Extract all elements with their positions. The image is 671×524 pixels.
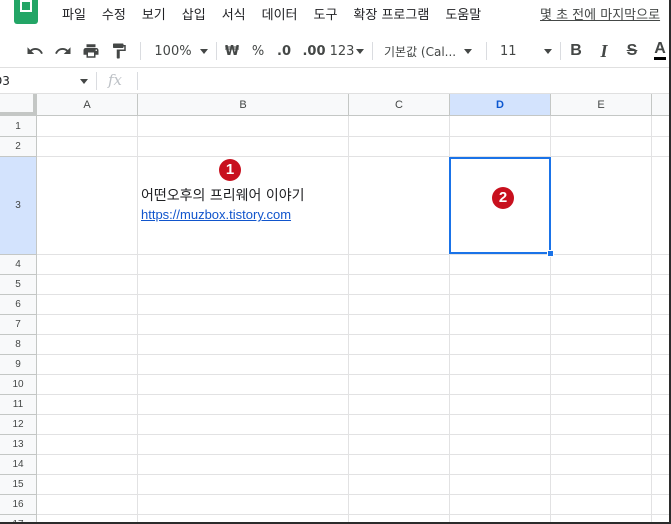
menu-tools[interactable]: 도구 (314, 7, 338, 25)
menu-edit[interactable]: 수정 (102, 7, 126, 25)
font-family-value: 기본값 (Cal... (384, 44, 457, 59)
column-header-c[interactable]: C (349, 94, 450, 116)
formula-bar: D3 fx (0, 68, 671, 94)
cell-b3-text: 어떤오후의 프리웨어 이야기 (141, 188, 305, 204)
name-box[interactable]: D3 (0, 71, 92, 91)
annotation-badge-1: 1 (219, 159, 241, 181)
formula-separator (96, 72, 97, 90)
number-format-label: 123 (329, 43, 355, 59)
row-header-14[interactable]: 14 (0, 455, 37, 475)
fx-icon: fx (108, 71, 123, 89)
row-header-11[interactable]: 11 (0, 395, 37, 415)
percent-format-button[interactable]: % (250, 34, 266, 68)
chevron-down-icon (356, 48, 365, 54)
row-header-4[interactable]: 4 (0, 255, 37, 275)
menu-items: 파일 수정 보기 삽입 서식 데이터 도구 확장 프로그램 도움말 (62, 7, 497, 25)
formula-input[interactable] (142, 71, 662, 91)
zoom-select[interactable]: 100% (152, 34, 210, 68)
toolbar-separator (372, 42, 373, 60)
chevron-down-icon (199, 48, 208, 54)
cell-b3[interactable] (138, 157, 349, 255)
toolbar: 100% ₩ % .0 .00 123 기본값 (Cal... 11 B I S… (0, 34, 671, 68)
toolbar-separator (140, 42, 141, 60)
zoom-value: 100% (154, 43, 192, 59)
increase-decimal-label: .00 (302, 43, 326, 59)
row-header-16[interactable]: 16 (0, 495, 37, 515)
currency-format-button[interactable]: ₩ (224, 34, 240, 68)
menu-bar: 파일 수정 보기 삽입 서식 데이터 도구 확장 프로그램 도움말 몇 초 전에… (0, 0, 671, 34)
name-box-value: D3 (0, 74, 10, 88)
paint-roller-icon (113, 43, 126, 59)
decrease-decimal-button[interactable]: .0 (274, 34, 294, 68)
print-icon (83, 44, 99, 58)
italic-icon: I (600, 40, 608, 61)
bold-button[interactable]: B (566, 34, 586, 68)
italic-button[interactable]: I (594, 34, 614, 68)
menu-extensions[interactable]: 확장 프로그램 (353, 7, 429, 25)
row-header-12[interactable]: 12 (0, 415, 37, 435)
column-header-b[interactable]: B (138, 94, 349, 116)
sheets-logo-icon[interactable] (14, 0, 38, 24)
text-color-icon: A (654, 41, 666, 60)
redo-button[interactable] (52, 34, 74, 68)
cell-b3-link[interactable]: https://muzbox.tistory.com (141, 207, 291, 223)
undo-button[interactable] (24, 34, 46, 68)
fill-handle[interactable] (547, 250, 554, 257)
last-edit-link[interactable]: 몇 초 전에 마지막으로 (540, 7, 660, 25)
menu-data[interactable]: 데이터 (262, 7, 298, 25)
font-size-select[interactable]: 11 (496, 34, 552, 68)
toolbar-separator (216, 42, 217, 60)
row-header-9[interactable]: 9 (0, 355, 37, 375)
row-header-6[interactable]: 6 (0, 295, 37, 315)
column-header-e[interactable]: E (551, 94, 652, 116)
chevron-down-icon (464, 48, 473, 54)
font-family-select[interactable]: 기본값 (Cal... (384, 34, 478, 68)
number-format-select[interactable]: 123 (329, 34, 365, 68)
row-header-15[interactable]: 15 (0, 475, 37, 495)
chevron-down-icon (80, 79, 88, 84)
strikethrough-icon: S (626, 42, 638, 59)
paint-format-button[interactable] (108, 34, 130, 68)
chevron-down-icon (544, 48, 552, 54)
percent-label: % (251, 43, 265, 59)
menu-file[interactable]: 파일 (62, 7, 86, 25)
menu-format[interactable]: 서식 (222, 7, 246, 25)
row-header-3[interactable]: 3 (0, 157, 37, 255)
bold-icon: B (570, 42, 582, 59)
row-header-13[interactable]: 13 (0, 435, 37, 455)
row-header-2[interactable]: 2 (0, 137, 37, 157)
menu-help[interactable]: 도움말 (445, 7, 481, 25)
row-header-10[interactable]: 10 (0, 375, 37, 395)
select-all-corner[interactable] (0, 94, 37, 116)
font-size-value: 11 (500, 43, 517, 59)
currency-label: ₩ (224, 43, 240, 59)
menu-insert[interactable]: 삽입 (182, 7, 206, 25)
row-header-1[interactable]: 1 (0, 116, 37, 137)
increase-decimal-button[interactable]: .00 (302, 34, 326, 68)
row-header-5[interactable]: 5 (0, 275, 37, 295)
column-header-d[interactable]: D (450, 94, 551, 116)
menu-view[interactable]: 보기 (142, 7, 166, 25)
row-header-7[interactable]: 7 (0, 315, 37, 335)
strikethrough-button[interactable]: S (622, 34, 642, 68)
annotation-badge-2: 2 (492, 187, 514, 209)
spreadsheet-grid: A B C D E 1 2 3 4 5 6 7 8 9 10 11 12 13 … (0, 94, 671, 524)
redo-icon (55, 47, 71, 54)
toolbar-separator (486, 42, 487, 60)
row-header-8[interactable]: 8 (0, 335, 37, 355)
toolbar-separator (560, 42, 561, 60)
formula-separator (137, 72, 138, 90)
print-button[interactable] (80, 34, 102, 68)
column-header-a[interactable]: A (37, 94, 138, 116)
undo-icon (27, 47, 43, 54)
decrease-decimal-label: .0 (277, 43, 291, 59)
text-color-button[interactable]: A (650, 34, 670, 68)
